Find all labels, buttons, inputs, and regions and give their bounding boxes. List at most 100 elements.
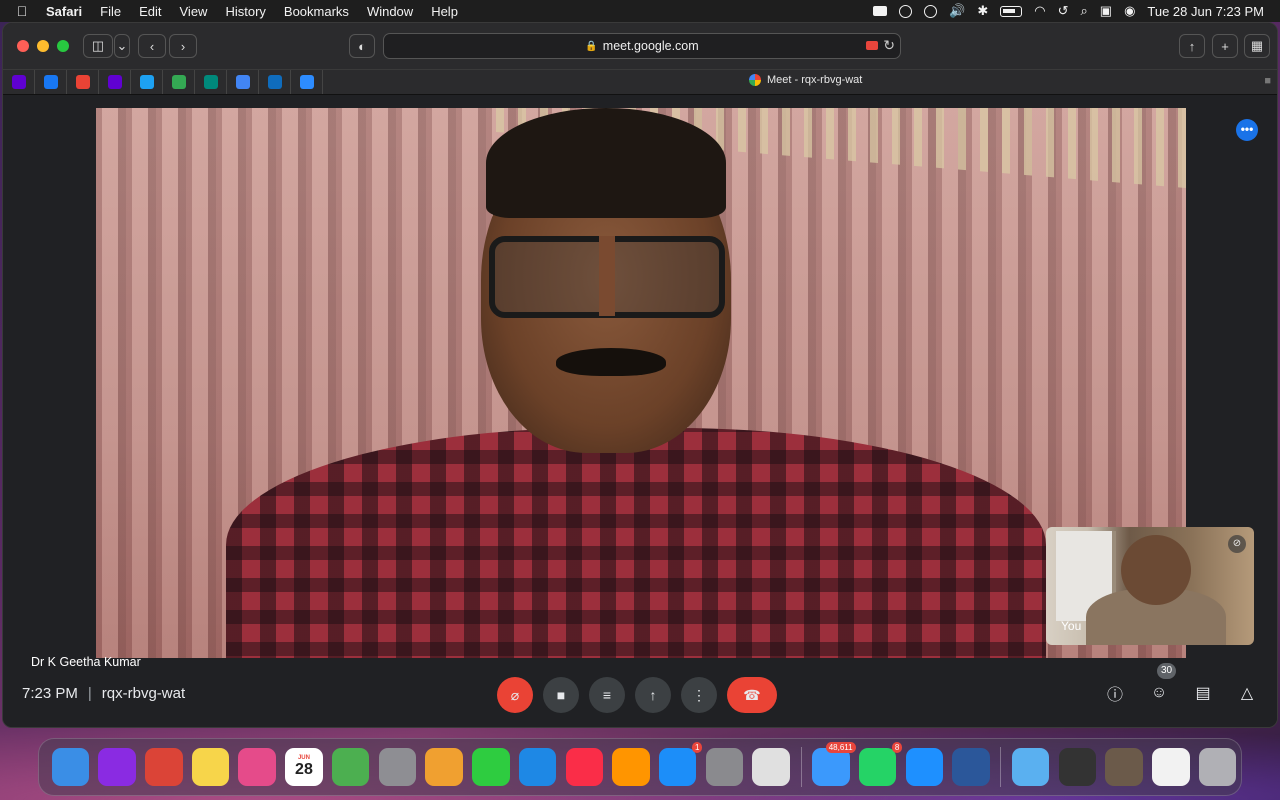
- close-window-button[interactable]: [17, 40, 29, 52]
- present-screen-icon[interactable]: ↑: [635, 677, 671, 713]
- favorite-chart-app-icon[interactable]: [259, 70, 291, 94]
- sidebar-toggle-icon[interactable]: ◫: [83, 34, 113, 58]
- self-label: You: [1061, 619, 1082, 633]
- captions-icon[interactable]: ≡: [589, 677, 625, 713]
- minimize-window-button[interactable]: [37, 40, 49, 52]
- meet-content: Dr K Geetha Kumar ••• ⊘ You 7:23 PM | rq…: [3, 95, 1277, 727]
- keynote-icon[interactable]: [518, 748, 557, 786]
- zoom-window-button[interactable]: [57, 40, 69, 52]
- battery-icon[interactable]: [1000, 5, 1023, 17]
- address-bar[interactable]: 🔒 meet.google.com ↻: [383, 33, 901, 59]
- favorite-zoom-icon[interactable]: [291, 70, 323, 94]
- menubar-clock[interactable]: Tue 28 Jun 7:23 PM: [1147, 4, 1264, 19]
- system-preferences-icon[interactable]: [705, 748, 744, 786]
- chrome-icon[interactable]: [145, 748, 183, 786]
- people-icon[interactable]: ☺ 30: [1147, 663, 1177, 705]
- trash-icon[interactable]: [1198, 748, 1237, 786]
- forward-button-icon[interactable]: ›: [169, 34, 197, 58]
- upload-status-icon[interactable]: [924, 4, 938, 18]
- favorite-help-icon[interactable]: [227, 70, 259, 94]
- volume-icon[interactable]: 🔊: [949, 3, 965, 19]
- favorite-google-calendar-icon[interactable]: [163, 70, 195, 94]
- facetime-icon[interactable]: [472, 748, 510, 786]
- dock-separator: [1000, 747, 1002, 787]
- more-options-vertical-icon[interactable]: ⋮: [681, 677, 717, 713]
- camera-icon[interactable]: ■: [543, 677, 579, 713]
- notes-icon[interactable]: [191, 748, 230, 786]
- participant-shirt: [226, 428, 1046, 658]
- whatsapp-icon[interactable]: 8: [858, 742, 903, 786]
- favorite-facebook-icon[interactable]: [35, 70, 67, 94]
- camera-status-icon[interactable]: [873, 6, 888, 16]
- word-icon[interactable]: [952, 748, 990, 786]
- downloads-folder-icon[interactable]: [1011, 748, 1050, 786]
- calendar-icon[interactable]: JUN 28: [285, 748, 323, 786]
- meeting-details-icon[interactable]: ⓘ: [1103, 681, 1127, 705]
- new-tab-icon[interactable]: +: [1212, 34, 1238, 58]
- dock-badge: 1: [692, 742, 703, 753]
- favorite-yahoo-icon[interactable]: [3, 70, 35, 94]
- sidebar-dropdown-icon[interactable]: ⌄: [114, 34, 130, 58]
- photos-booth-icon[interactable]: [238, 748, 276, 786]
- yahoo-icon: [11, 75, 26, 89]
- launchpad-icon[interactable]: [378, 748, 417, 786]
- share-icon[interactable]: ↑: [1179, 34, 1205, 58]
- siri-menu-icon[interactable]: ◉: [1124, 3, 1135, 19]
- menu-bookmarks[interactable]: Bookmarks: [275, 4, 358, 19]
- favorite-gmail-icon[interactable]: [67, 70, 99, 94]
- maps-icon[interactable]: [331, 748, 370, 786]
- privacy-shield-icon[interactable]: ◐: [349, 34, 375, 58]
- meeting-code: rqx-rbvg-wat: [101, 685, 186, 702]
- yahoo-mail-icon: [107, 75, 122, 89]
- activities-icon[interactable]: △: [1235, 681, 1259, 705]
- participant-mustache: [556, 348, 666, 376]
- menu-edit[interactable]: Edit: [130, 4, 170, 19]
- menu-app-name[interactable]: Safari: [44, 4, 91, 19]
- google-calendar-icon: [171, 75, 186, 89]
- finder-icon[interactable]: [51, 748, 90, 786]
- favorite-google-meet-icon[interactable]: [195, 70, 227, 94]
- menu-view[interactable]: View: [171, 4, 217, 19]
- music-icon[interactable]: [565, 748, 604, 786]
- active-tab[interactable]: Meet - rqx-rbvg-wat: [749, 74, 862, 86]
- back-button-icon[interactable]: ‹: [138, 34, 166, 58]
- menu-history[interactable]: History: [216, 4, 274, 19]
- mail-icon[interactable]: 48,611: [812, 742, 856, 786]
- call-controls: ⌀ ■ ≡ ↑ ⋮ ☎: [497, 677, 777, 713]
- screenshot-icon[interactable]: [752, 748, 790, 786]
- window-thumbnail-icon[interactable]: [1058, 748, 1097, 786]
- play-status-icon[interactable]: [899, 4, 913, 18]
- tab-overview-icon[interactable]: ▦: [1244, 34, 1270, 58]
- apple-menu-icon[interactable]: : [0, 3, 44, 19]
- books-icon[interactable]: [612, 748, 650, 786]
- chart-app-icon: [267, 75, 282, 89]
- chat-icon[interactable]: ▤: [1191, 681, 1215, 705]
- window-thumbnail-icon-2[interactable]: [1105, 748, 1143, 786]
- menu-file[interactable]: File: [91, 4, 130, 19]
- lock-icon: 🔒: [585, 40, 598, 52]
- safari-window: ◫ ⌄ ‹ › ◐ 🔒 meet.google.com ↻ ↑ + ▦ Meet…: [2, 22, 1278, 728]
- time-machine-icon[interactable]: ↺: [1058, 3, 1069, 19]
- reload-icon[interactable]: ↻: [883, 37, 895, 54]
- tab-title: Meet - rqx-rbvg-wat: [767, 74, 863, 86]
- more-options-icon[interactable]: •••: [1236, 119, 1258, 141]
- siri-icon[interactable]: [98, 748, 136, 786]
- menu-window[interactable]: Window: [358, 4, 422, 19]
- help-icon: [235, 75, 250, 89]
- window-thumbnail-icon-3[interactable]: [1152, 748, 1190, 786]
- menu-help[interactable]: Help: [422, 4, 467, 19]
- control-center-icon[interactable]: ▣: [1100, 3, 1112, 19]
- favorite-yahoo-mail-icon[interactable]: [99, 70, 131, 94]
- end-call-icon[interactable]: ☎: [727, 677, 777, 713]
- microphone-off-icon[interactable]: ⌀: [497, 677, 533, 713]
- bluetooth-icon[interactable]: ✱: [977, 3, 988, 19]
- favorite-twitter-icon[interactable]: [131, 70, 163, 94]
- spotlight-search-icon[interactable]: ⌕: [1080, 3, 1087, 19]
- photos-icon[interactable]: [425, 748, 463, 786]
- self-video-tile[interactable]: ⊘ You: [1046, 527, 1254, 645]
- main-participant-video[interactable]: [96, 108, 1186, 658]
- wifi-icon[interactable]: ◠: [1034, 3, 1045, 19]
- meeting-time: 7:23 PM: [22, 685, 78, 702]
- safari-icon[interactable]: [905, 748, 944, 786]
- app-store-icon[interactable]: 1: [658, 742, 703, 786]
